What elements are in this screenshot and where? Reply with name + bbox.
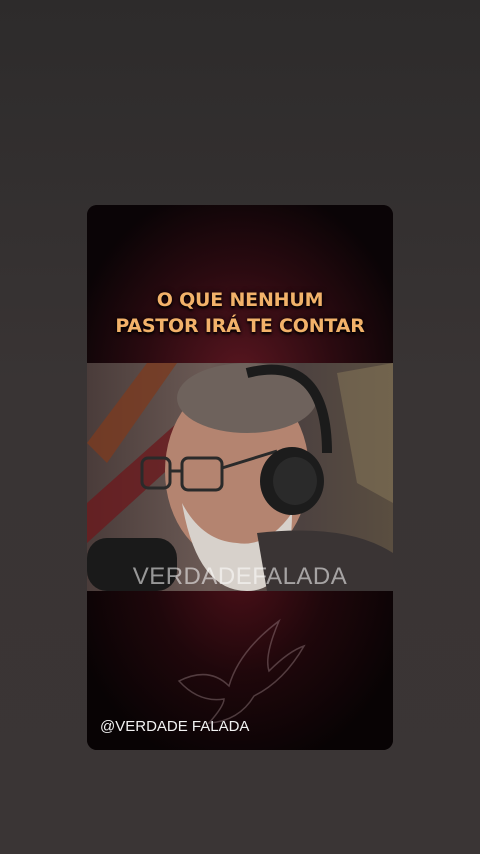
headline-line-2: PASTOR IRÁ TE CONTAR	[115, 315, 365, 337]
video-card[interactable]: O QUE NENHUM PASTOR IRÁ TE CONTAR VERDAD…	[87, 205, 393, 750]
video-frame[interactable]: VERDADEFALADA	[87, 363, 393, 591]
headline: O QUE NENHUM PASTOR IRÁ TE CONTAR	[87, 287, 393, 339]
dove-icon	[177, 618, 306, 724]
video-watermark: VERDADEFALADA	[132, 563, 348, 590]
headline-line-1: O QUE NENHUM	[156, 289, 324, 311]
channel-handle[interactable]: @VERDADE FALADA	[100, 718, 249, 735]
footer-panel: @VERDADE FALADA	[87, 591, 393, 750]
speaker-illustration	[87, 363, 393, 591]
title-panel: O QUE NENHUM PASTOR IRÁ TE CONTAR	[87, 205, 393, 363]
